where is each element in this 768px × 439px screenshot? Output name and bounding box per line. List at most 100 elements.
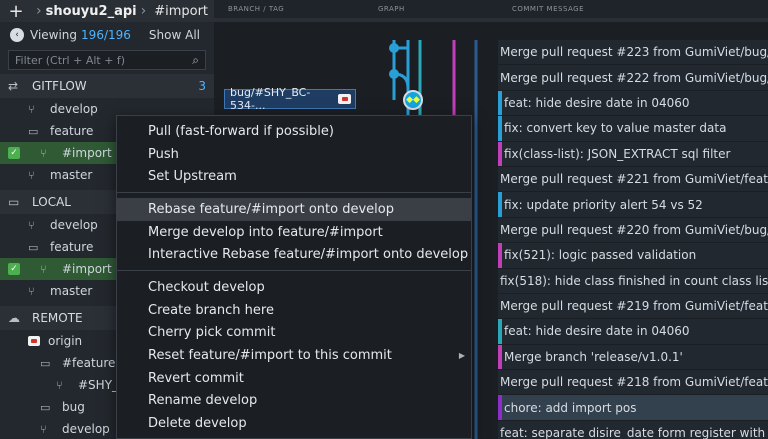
menu-item-set-upstream[interactable]: Set Upstream <box>117 165 471 188</box>
gitflow-count: 3 <box>198 79 206 93</box>
menu-item-cherry-pick[interactable]: Cherry pick commit <box>117 322 471 345</box>
commit-message: Merge pull request #221 from GumiViet/fe… <box>500 172 768 187</box>
menu-item-checkout[interactable]: Checkout develop <box>117 276 471 299</box>
commit-row[interactable]: Merge pull request #222 from GumiViet/bu… <box>498 65 768 91</box>
commit-row[interactable]: fix: convert key to value master data <box>498 116 768 142</box>
commit-row[interactable]: fix(518): hide class finished in count c… <box>498 268 768 294</box>
sidebar-item-label: develop <box>62 422 110 436</box>
commit-message: fix(class-list): JSON_EXTRACT sql filter <box>504 146 731 161</box>
commit-row[interactable]: feat: hide desire date in 04060 <box>498 319 768 345</box>
menu-item-pull[interactable]: Pull (fast-forward if possible) <box>117 120 471 143</box>
git-client-window: + › shouyu2_api › #import ↶ ↷ ⤓ ⤒ ⑂ ⇩ ‹ … <box>0 0 768 439</box>
menu-item-delete[interactable]: Delete develop <box>117 412 471 435</box>
commit-row[interactable]: Merge branch 'release/v1.0.1' <box>498 344 768 371</box>
menu-divider <box>117 270 471 272</box>
commit-row[interactable]: feat: separate disire_date form register… <box>498 420 768 439</box>
avatar[interactable]: ◆◆ <box>403 90 423 110</box>
column-header-message[interactable]: COMMIT MESSAGE <box>498 0 768 18</box>
filter-input[interactable] <box>15 53 193 67</box>
commit-message: fix(521): logic passed validation <box>504 248 697 263</box>
branch-icon: ⑂ <box>28 284 35 298</box>
commit-row[interactable]: fix(class-list): JSON_EXTRACT sql filter <box>498 141 768 167</box>
menu-item-label: Reset feature/#import to this commit <box>148 348 392 364</box>
menu-item-push[interactable]: Push <box>117 143 471 166</box>
section-title: GITFLOW <box>32 79 87 93</box>
section-title: LOCAL <box>32 195 71 209</box>
show-all-button[interactable]: Show All <box>149 28 200 42</box>
collapse-left-icon[interactable]: ‹ <box>10 28 24 42</box>
submenu-arrow-icon: ▶ <box>458 351 465 361</box>
sidebar-item-label: #import <box>62 146 112 160</box>
search-icon[interactable]: ⌕ <box>192 53 199 68</box>
new-tab-icon[interactable]: + <box>0 1 32 22</box>
commit-color-stripe <box>498 344 502 370</box>
commit-row[interactable]: fix: update priority alert 54 vs 52 <box>498 192 768 218</box>
breadcrumb-separator: › <box>36 3 42 19</box>
branch-label[interactable]: bug/#SHY_BC-534-... <box>224 86 356 112</box>
sidebar-item-label: develop <box>50 218 98 232</box>
commit-color-stripe <box>498 395 502 420</box>
commit-row[interactable]: chore: add import pos <box>498 395 768 421</box>
folder-icon: ▭ <box>40 356 51 370</box>
menu-item-create-branch[interactable]: Create branch here <box>117 299 471 322</box>
commit-row[interactable]: Merge pull request #220 from GumiViet/bu… <box>498 217 768 244</box>
sidebar-item-label: feature <box>50 240 94 254</box>
commit-row[interactable]: Merge pull request #219 from GumiViet/fe… <box>498 293 768 320</box>
section-title: REMOTE <box>32 311 83 325</box>
branch-icon: ⑂ <box>28 102 35 116</box>
column-header-graph[interactable]: GRAPH <box>364 0 498 18</box>
context-menu: Pull (fast-forward if possible) Push Set… <box>116 115 472 439</box>
commit-message: feat: hide desire date in 04060 <box>504 324 690 339</box>
commit-row[interactable]: Merge pull request #221 from GumiViet/fe… <box>498 166 768 193</box>
commit-color-stripe <box>498 141 502 166</box>
viewing-count: 196/196 <box>81 28 131 42</box>
commit-row[interactable]: Merge pull request #223 from GumiViet/bu… <box>498 40 768 66</box>
current-branch[interactable]: #import <box>154 4 208 19</box>
sidebar-item-label: master <box>50 168 93 182</box>
commit-row[interactable]: Merge pull request #218 from GumiViet/fe… <box>498 370 768 396</box>
commit-row[interactable]: feat: hide desire date in 04060 <box>498 90 768 117</box>
sidebar-item-label: develop <box>50 102 98 116</box>
branch-icon: ⑂ <box>40 262 47 276</box>
commit-message: feat: separate disire_date form register… <box>500 426 768 439</box>
menu-item-rename[interactable]: Rename develop <box>117 390 471 413</box>
menu-item-merge[interactable]: Merge develop into feature/#import <box>117 221 471 244</box>
folder-icon: ▭ <box>28 240 39 254</box>
branch-label-text: bug/#SHY_BC-534-... <box>230 86 311 112</box>
viewing-row: ‹ Viewing 196/196 Show All <box>0 22 214 48</box>
gitflow-icon: ⇄ <box>8 79 19 93</box>
checked-icon: ✓ <box>8 263 20 275</box>
folder-icon: ▭ <box>40 400 51 414</box>
branch-icon: ⑂ <box>28 218 35 232</box>
commit-message: Merge pull request #219 from GumiViet/fe… <box>500 299 768 314</box>
commit-message: Merge pull request #220 from GumiViet/bu… <box>500 222 768 237</box>
folder-icon: ▭ <box>28 124 39 138</box>
sidebar-item-label: master <box>50 284 93 298</box>
branch-icon: ⑂ <box>28 168 35 182</box>
remote-origin-icon <box>28 336 40 346</box>
commit-message: Merge pull request #223 from GumiViet/bu… <box>500 45 768 60</box>
commit-color-stripe <box>498 116 502 141</box>
breadcrumb-separator: › <box>140 3 147 19</box>
section-gitflow[interactable]: ⇄ GITFLOW 3 <box>0 74 214 98</box>
commit-node[interactable] <box>389 69 399 79</box>
commit-message: Merge pull request #222 from GumiViet/bu… <box>500 70 768 85</box>
repo-name[interactable]: shouyu2_api <box>46 4 137 19</box>
menu-item-rebase[interactable]: Rebase feature/#import onto develop <box>117 198 471 221</box>
commit-message: Merge branch 'release/v1.0.1' <box>504 349 683 364</box>
menu-item-reset[interactable]: Reset feature/#import to this commit ▶ <box>117 344 471 367</box>
commit-color-stripe <box>498 90 502 116</box>
commit-list: Merge pull request #223 from GumiViet/bu… <box>498 40 768 439</box>
branch-icon: ⑂ <box>40 146 47 160</box>
commit-node[interactable] <box>389 43 399 53</box>
commit-message: fix: update priority alert 54 vs 52 <box>504 197 703 212</box>
menu-item-revert[interactable]: Revert commit <box>117 367 471 390</box>
branch-icon: ⑂ <box>40 422 47 436</box>
commit-row[interactable]: fix(521): logic passed validation <box>498 243 768 269</box>
sidebar-item-label: bug <box>62 400 85 414</box>
column-header-branch[interactable]: BRANCH / TAG <box>214 0 364 18</box>
commit-message: fix: convert key to value master data <box>504 121 727 136</box>
menu-item-interactive-rebase[interactable]: Interactive Rebase feature/#import onto … <box>117 243 471 266</box>
branch-icon: ⑂ <box>56 378 63 392</box>
laptop-icon: ▭ <box>8 195 20 209</box>
